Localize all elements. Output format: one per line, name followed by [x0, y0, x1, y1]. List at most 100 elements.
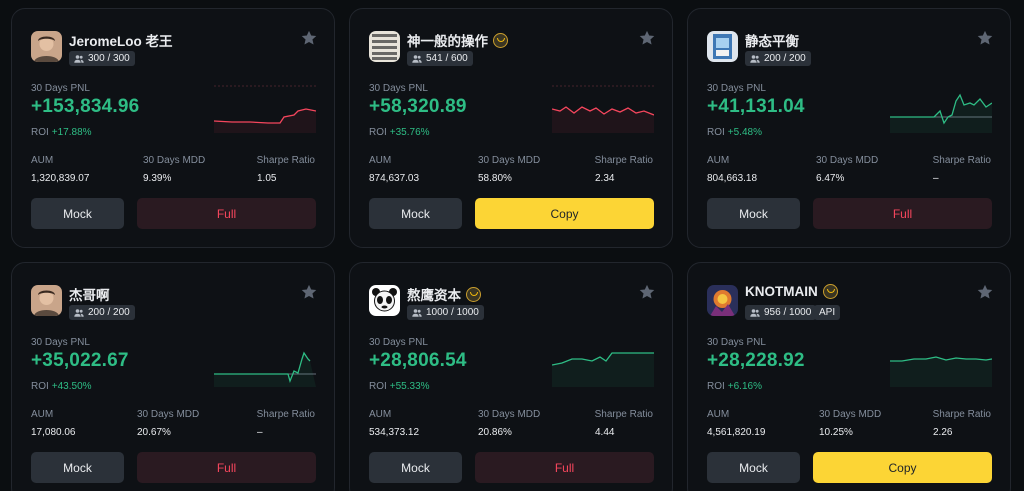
pnl-label: 30 Days PNL [31, 83, 90, 94]
roi-row: ROI +17.88% [31, 127, 92, 138]
copier-count-badge: 1000 / 1000 [407, 305, 484, 320]
mdd-value: 20.67% [137, 427, 171, 438]
sharpe-value: 1.05 [257, 173, 277, 184]
mdd-label: 30 Days MDD [137, 409, 200, 420]
roi-label: ROI [707, 127, 725, 138]
avatar[interactable] [31, 285, 62, 316]
star-icon[interactable] [638, 29, 656, 47]
action-button[interactable]: Full [475, 452, 654, 483]
person-photo [31, 285, 62, 316]
sharpe-value: 4.44 [595, 427, 615, 438]
mock-button[interactable]: Mock [707, 452, 800, 483]
trader-name-text[interactable]: JeromeLoo 老王 [69, 30, 173, 50]
medal-badge-icon [493, 32, 508, 48]
trader-name-text[interactable]: 神一般的操作 [407, 30, 488, 50]
pnl-label: 30 Days PNL [31, 337, 90, 348]
trader-name-text[interactable]: KNOTMAIN [745, 284, 818, 299]
aum-label: AUM [707, 155, 730, 166]
copier-count: 300 / 300 [88, 53, 130, 64]
trader-card[interactable]: 杰哥啊 200 / 200 30 Days PNL +35,022.67 ROI… [11, 262, 335, 491]
action-button[interactable]: Full [813, 198, 992, 229]
sparkline-area [214, 353, 316, 387]
mdd-value: 10.25% [819, 427, 853, 438]
trader-card[interactable]: 神一般的操作 541 / 600 30 Days PNL +58,320.89 … [349, 8, 673, 248]
mdd-label: 30 Days MDD [819, 409, 882, 420]
mdd-value: 6.47% [816, 173, 845, 184]
mock-button[interactable]: Mock [369, 452, 462, 483]
mdd-label: 30 Days MDD [478, 155, 541, 166]
copier-count: 200 / 200 [764, 53, 806, 64]
roi-value: +43.50% [51, 381, 92, 392]
star-icon[interactable] [300, 29, 318, 47]
trader-name[interactable]: JeromeLoo 老王 [69, 30, 173, 50]
roi-value: +5.48% [727, 127, 762, 138]
copier-count: 956 / 1000 [764, 307, 812, 318]
mock-button[interactable]: Mock [31, 198, 124, 229]
trader-card[interactable]: JeromeLoo 老王 300 / 300 30 Days PNL +153,… [11, 8, 335, 248]
sparkline-area [552, 353, 654, 387]
users-icon [74, 54, 84, 63]
trader-name-text[interactable]: 杰哥啊 [69, 284, 110, 304]
trader-card[interactable]: KNOTMAIN 956 / 1000 30 Days PNL +28,228.… [687, 262, 1011, 491]
roi-value: +55.33% [389, 381, 430, 392]
mdd-label: 30 Days MDD [816, 155, 879, 166]
sharpe-label: Sharpe Ratio [256, 409, 315, 420]
avatar[interactable] [369, 31, 400, 62]
pnl-sparkline [214, 85, 316, 133]
action-button[interactable]: Full [137, 198, 316, 229]
action-button[interactable]: Copy [475, 198, 654, 229]
trader-name[interactable]: KNOTMAIN [745, 284, 838, 299]
users-icon [74, 308, 84, 317]
aum-label: AUM [707, 409, 730, 420]
roi-label: ROI [369, 381, 387, 392]
trader-name[interactable]: 杰哥啊 [69, 284, 110, 304]
trader-name-text[interactable]: 静态平衡 [745, 30, 799, 50]
avatar[interactable] [707, 31, 738, 62]
trader-name[interactable]: 神一般的操作 [407, 30, 508, 50]
trader-name[interactable]: 静态平衡 [745, 30, 799, 50]
mdd-label: 30 Days MDD [143, 155, 206, 166]
copier-count-badge: 200 / 200 [69, 305, 135, 320]
panda-art [369, 285, 400, 316]
avatar[interactable] [31, 31, 62, 62]
sparkline-area [214, 109, 316, 133]
sharpe-label: Sharpe Ratio [932, 155, 991, 166]
roi-value: +35.76% [389, 127, 430, 138]
sharpe-value: 2.34 [595, 173, 615, 184]
trader-card[interactable]: 静态平衡 200 / 200 30 Days PNL +41,131.04 RO… [687, 8, 1011, 248]
copier-count: 200 / 200 [88, 307, 130, 318]
pnl-label: 30 Days PNL [707, 337, 766, 348]
star-icon[interactable] [300, 283, 318, 301]
roi-row: ROI +5.48% [707, 127, 762, 138]
action-button[interactable]: Copy [813, 452, 992, 483]
users-icon [412, 54, 422, 63]
trader-card[interactable]: 熬鹰资本 1000 / 1000 30 Days PNL +28,806.54 … [349, 262, 673, 491]
aum-value: 4,561,820.19 [707, 427, 766, 438]
avatar[interactable] [707, 285, 738, 316]
avatar[interactable] [369, 285, 400, 316]
aum-value: 17,080.06 [31, 427, 76, 438]
star-icon[interactable] [638, 283, 656, 301]
roi-row: ROI +43.50% [31, 381, 92, 392]
star-icon[interactable] [976, 29, 994, 47]
action-button[interactable]: Full [137, 452, 316, 483]
roi-row: ROI +55.33% [369, 381, 430, 392]
aum-label: AUM [31, 155, 54, 166]
sharpe-value: 2.26 [933, 427, 953, 438]
pnl-value: +153,834.96 [31, 96, 140, 117]
mock-button[interactable]: Mock [707, 198, 800, 229]
mock-button[interactable]: Mock [31, 452, 124, 483]
aum-value: 534,373.12 [369, 427, 420, 438]
users-icon [750, 308, 760, 317]
mock-button[interactable]: Mock [369, 198, 462, 229]
copier-count: 541 / 600 [426, 53, 468, 64]
pnl-value: +41,131.04 [707, 96, 805, 117]
mdd-value: 58.80% [478, 173, 512, 184]
trader-name-text[interactable]: 熬鹰资本 [407, 284, 461, 304]
text-pattern [369, 31, 400, 62]
mdd-value: 20.86% [478, 427, 512, 438]
person-photo [31, 31, 62, 62]
sparkline-area [552, 107, 654, 133]
trader-name[interactable]: 熬鹰资本 [407, 284, 481, 304]
star-icon[interactable] [976, 283, 994, 301]
